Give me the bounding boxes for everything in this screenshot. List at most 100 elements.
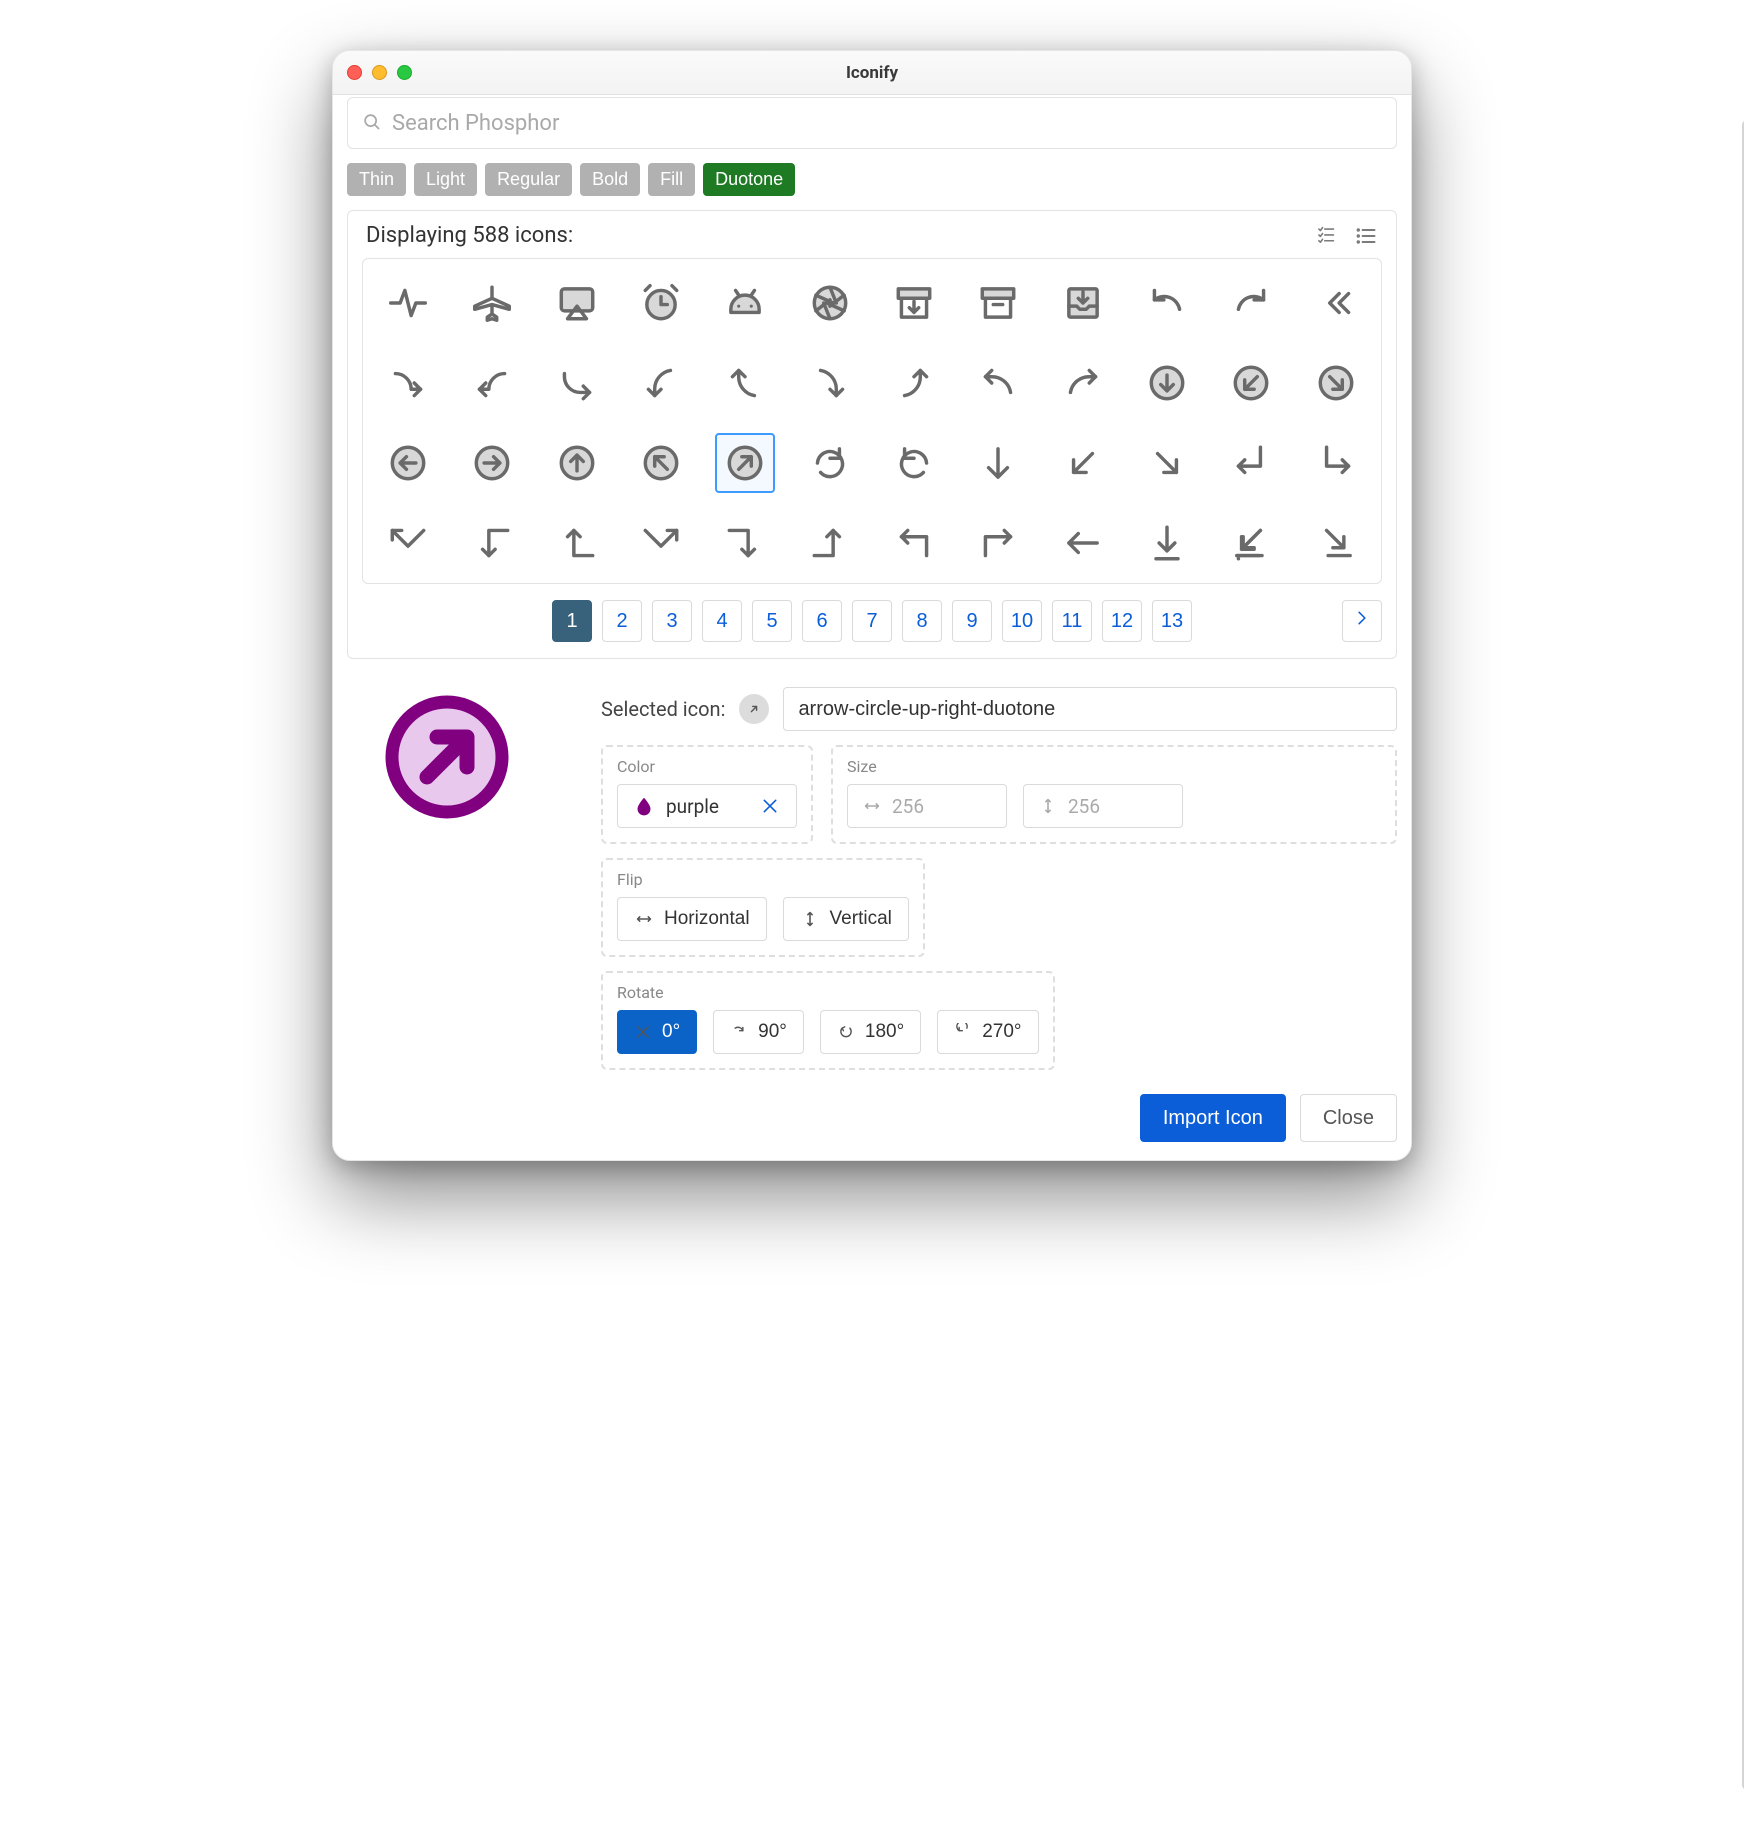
rotate-legend: Rotate	[617, 983, 664, 1002]
page-5[interactable]: 5	[752, 600, 792, 642]
page-6[interactable]: 6	[802, 600, 842, 642]
icon-arrow-bend-down-right[interactable]	[547, 353, 607, 413]
page-8[interactable]: 8	[902, 600, 942, 642]
icon-arrow-elbow-up-left[interactable]	[884, 513, 944, 573]
icon-aperture[interactable]	[800, 273, 860, 333]
page-next-button[interactable]	[1342, 600, 1382, 642]
titlebar: Iconify	[333, 51, 1411, 95]
rotate-0[interactable]: 0°	[617, 1010, 697, 1054]
page-12[interactable]: 12	[1102, 600, 1142, 642]
filter-fill[interactable]: Fill	[648, 163, 695, 196]
icon-grid	[362, 258, 1382, 584]
icon-arrow-circle-down-right[interactable]	[1306, 353, 1366, 413]
icon-arrow-clockwise[interactable]	[800, 433, 860, 493]
icon-arrow-elbow-left-down[interactable]	[462, 513, 522, 573]
color-legend: Color	[617, 757, 655, 776]
icon-arrow-circle-up[interactable]	[547, 433, 607, 493]
selection-preview	[377, 687, 577, 1070]
pagination: 12345678910111213	[362, 600, 1382, 642]
icon-arrow-elbow-down-left[interactable]	[1221, 433, 1281, 493]
icon-arrow-left[interactable]	[1053, 513, 1113, 573]
icon-android-logo[interactable]	[715, 273, 775, 333]
search-input[interactable]: Search Phosphor	[347, 97, 1397, 149]
clear-color-icon[interactable]	[760, 796, 780, 816]
icon-arrows-bend-double-left[interactable]	[1306, 273, 1366, 333]
filter-light[interactable]: Light	[414, 163, 477, 196]
icon-arrow-bend-left-up[interactable]	[715, 353, 775, 413]
icon-archive-tray[interactable]	[1053, 273, 1113, 333]
width-input[interactable]: 256	[847, 784, 1007, 828]
icon-arrow-arc-left[interactable]	[1137, 273, 1197, 333]
icon-arrow-counter-clockwise[interactable]	[884, 433, 944, 493]
icon-arrow-bend-up-left[interactable]	[968, 353, 1028, 413]
page-7[interactable]: 7	[852, 600, 892, 642]
selected-icon-name-input[interactable]	[783, 687, 1397, 731]
icon-arrow-circle-down-left[interactable]	[1221, 353, 1281, 413]
icon-arrow-bend-left-down[interactable]	[631, 353, 691, 413]
rotate-180[interactable]: 180°	[820, 1010, 921, 1054]
icon-arrow-circle-up-right[interactable]	[715, 433, 775, 493]
selection-config: Selected icon: Color purple	[347, 687, 1397, 1070]
icon-arrow-down-right[interactable]	[1137, 433, 1197, 493]
icon-arrow-elbow-up-right[interactable]	[968, 513, 1028, 573]
color-input[interactable]: purple	[617, 784, 797, 828]
icon-arrow-circle-down[interactable]	[1137, 353, 1197, 413]
icon-arrow-arc-right[interactable]	[1221, 273, 1281, 333]
icon-arrow-elbow-right-up[interactable]	[800, 513, 860, 573]
weight-filters: ThinLightRegularBoldFillDuotone	[347, 163, 1397, 196]
page-2[interactable]: 2	[602, 600, 642, 642]
page-1[interactable]: 1	[552, 600, 592, 642]
icon-airplane[interactable]	[462, 273, 522, 333]
icon-arrow-line-down-right[interactable]	[1306, 513, 1366, 573]
flip-vertical-button[interactable]: Vertical	[783, 897, 909, 941]
page-11[interactable]: 11	[1052, 600, 1092, 642]
filter-duotone[interactable]: Duotone	[703, 163, 795, 196]
icon-arrow-bend-double-right[interactable]	[378, 353, 438, 413]
selected-icon-thumb	[739, 694, 769, 724]
icon-archive-box-down[interactable]	[884, 273, 944, 333]
icon-arrow-bend-right-down[interactable]	[800, 353, 860, 413]
page-3[interactable]: 3	[652, 600, 692, 642]
icon-arrow-bend-right-up[interactable]	[884, 353, 944, 413]
icon-arrow-line-down[interactable]	[1137, 513, 1197, 573]
import-icon-button[interactable]: Import Icon	[1140, 1094, 1286, 1142]
close-button[interactable]: Close	[1300, 1094, 1397, 1142]
icon-arrow-elbow-right-down[interactable]	[715, 513, 775, 573]
arrow-circle-up-right-icon	[377, 687, 517, 827]
icon-arrow-down[interactable]	[968, 433, 1028, 493]
horizontal-arrows-icon	[862, 796, 882, 816]
selected-icon-label: Selected icon:	[601, 697, 725, 721]
filter-thin[interactable]: Thin	[347, 163, 406, 196]
icon-arrow-down-left[interactable]	[1053, 433, 1113, 493]
flip-legend: Flip	[617, 870, 643, 889]
icon-arrow-circle-right[interactable]	[462, 433, 522, 493]
icon-arrow-bend-down-left[interactable]	[462, 353, 522, 413]
rotate-90[interactable]: 90°	[713, 1010, 804, 1054]
icon-arrow-line-down-left[interactable]	[1221, 513, 1281, 573]
page-10[interactable]: 10	[1002, 600, 1042, 642]
icon-arrow-bend-up-right[interactable]	[1053, 353, 1113, 413]
page-4[interactable]: 4	[702, 600, 742, 642]
icon-arrow-elbow-left[interactable]	[378, 513, 438, 573]
height-input[interactable]: 256	[1023, 784, 1183, 828]
flip-horizontal-button[interactable]: Horizontal	[617, 897, 767, 941]
page-9[interactable]: 9	[952, 600, 992, 642]
icon-arrow-elbow-down-right[interactable]	[1306, 433, 1366, 493]
page-13[interactable]: 13	[1152, 600, 1192, 642]
checklist-view-icon[interactable]	[1316, 224, 1340, 248]
icon-archive[interactable]	[968, 273, 1028, 333]
vertical-arrows-icon	[1038, 796, 1058, 816]
filter-regular[interactable]: Regular	[485, 163, 572, 196]
icon-alarm[interactable]	[631, 273, 691, 333]
rotate-270[interactable]: 270°	[937, 1010, 1038, 1054]
filter-bold[interactable]: Bold	[580, 163, 640, 196]
icon-arrow-circle-left[interactable]	[378, 433, 438, 493]
icon-arrow-circle-up-left[interactable]	[631, 433, 691, 493]
results-count-label: Displaying 588 icons:	[366, 223, 573, 248]
icon-arrow-elbow-right[interactable]	[631, 513, 691, 573]
icon-arrow-elbow-left-up[interactable]	[547, 513, 607, 573]
icon-activity[interactable]	[378, 273, 438, 333]
list-view-icon[interactable]	[1354, 224, 1378, 248]
icon-airplay[interactable]	[547, 273, 607, 333]
app-window: Iconify Search Phosphor ThinLightRegular…	[332, 50, 1412, 1161]
